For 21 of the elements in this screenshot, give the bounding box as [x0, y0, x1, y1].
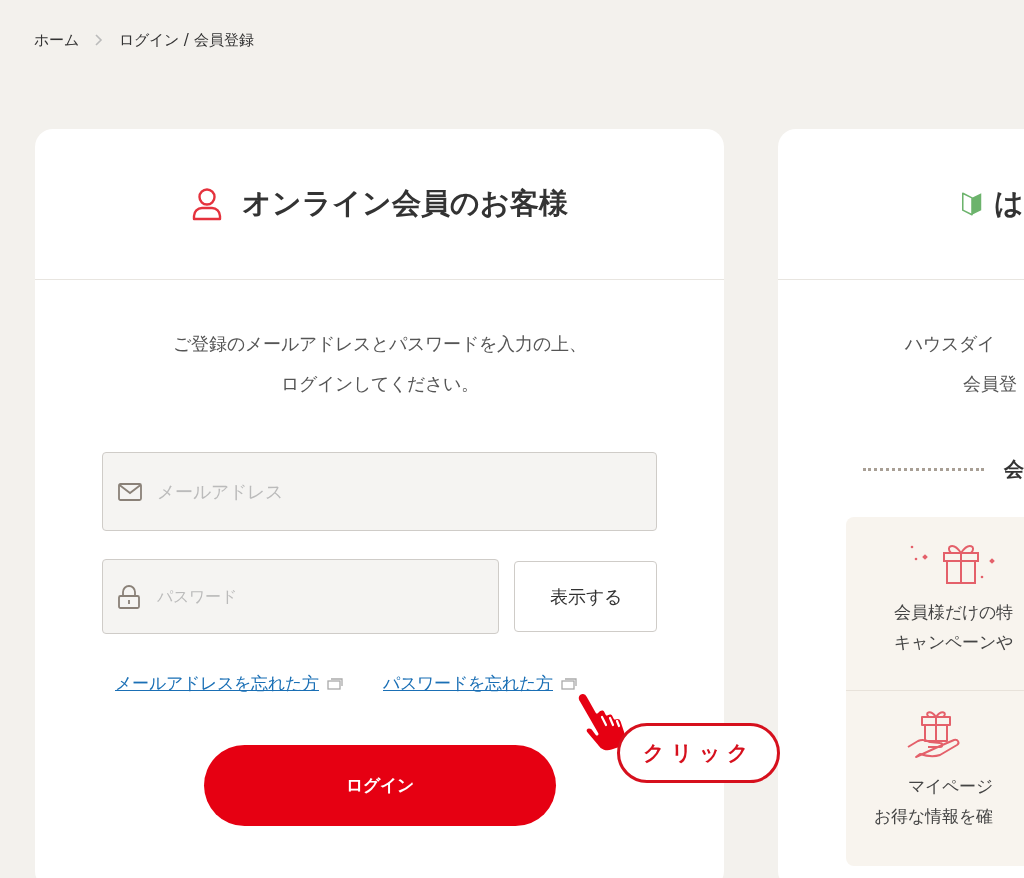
new-window-icon: [327, 677, 343, 690]
description-text: ご登録のメールアドレスとパスワードを入力の上、 ログインしてください。: [171, 332, 588, 396]
login-button[interactable]: ログイン: [203, 745, 556, 826]
click-callout: クリック: [617, 723, 780, 783]
mail-icon: [118, 482, 142, 501]
forgot-link[interactable]: パスワードを忘れた方: [383, 672, 553, 695]
card-title: は: [994, 185, 1024, 222]
chevron-icon: [95, 34, 103, 46]
lock-icon: [118, 584, 140, 609]
description-text: ハウスダイ 会員登: [904, 332, 1018, 396]
benefit-text: マイページ お得な情報を確: [874, 775, 993, 828]
section-heading: 会: [1004, 456, 1024, 483]
card-title: オンライン会員のお客様: [241, 185, 568, 222]
email-field[interactable]: メールアドレス: [102, 452, 657, 531]
forgot-link[interactable]: メールアドレスを忘れた方: [115, 672, 319, 695]
breadcrumb-item[interactable]: ホーム: [34, 30, 79, 50]
breadcrumb-item: ログイン / 会員登録: [119, 30, 254, 50]
person-icon: [191, 187, 222, 221]
show-password-button[interactable]: 表示する: [514, 561, 657, 632]
benefit-text: 会員様だけの特 キャンペーンや: [894, 601, 1013, 654]
new-window-icon: [561, 677, 577, 690]
